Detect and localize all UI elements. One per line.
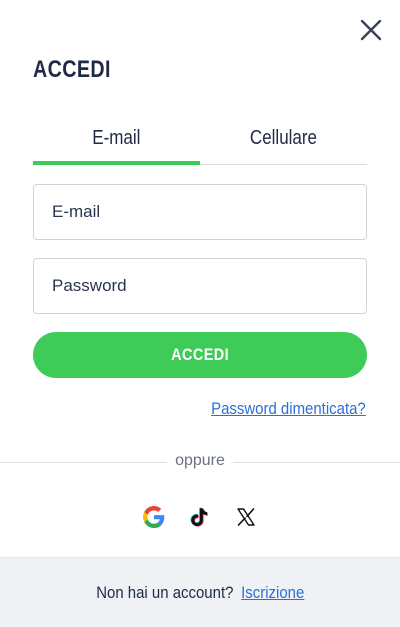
close-icon: [360, 19, 382, 41]
google-login-button[interactable]: [142, 503, 166, 531]
tab-phone[interactable]: Cellulare: [200, 112, 367, 164]
social-login-row: [0, 503, 400, 531]
tab-email-label: E-mail: [92, 126, 141, 149]
password-field[interactable]: [34, 259, 366, 313]
email-field-wrapper: [33, 184, 367, 240]
tiktok-icon: [190, 507, 208, 527]
login-button[interactable]: ACCEDI: [33, 332, 367, 378]
login-modal: ACCEDI E-mail Cellulare ACCEDI Password …: [0, 0, 400, 627]
signup-prompt: Non hai un account?: [95, 582, 234, 602]
tab-email[interactable]: E-mail: [33, 112, 200, 165]
x-icon: [237, 508, 255, 526]
login-button-label: ACCEDI: [171, 345, 229, 364]
page-title: ACCEDI: [33, 56, 111, 83]
signup-link[interactable]: Iscrizione: [241, 583, 304, 602]
login-method-tabs: E-mail Cellulare: [33, 112, 367, 165]
forgot-password-link[interactable]: Password dimenticata?: [211, 399, 366, 419]
google-icon: [143, 506, 165, 528]
x-login-button[interactable]: [234, 503, 258, 531]
signup-prompt-wrapper: Non hai un account? Iscrizione: [96, 583, 304, 603]
close-button[interactable]: [358, 17, 384, 43]
divider: oppure: [0, 452, 400, 470]
signup-footer: Non hai un account? Iscrizione: [0, 557, 400, 627]
divider-label: oppure: [167, 452, 233, 469]
tab-phone-label: Cellulare: [249, 126, 318, 149]
email-field[interactable]: [34, 185, 366, 239]
password-field-wrapper: [33, 258, 367, 314]
tiktok-login-button[interactable]: [188, 503, 212, 531]
